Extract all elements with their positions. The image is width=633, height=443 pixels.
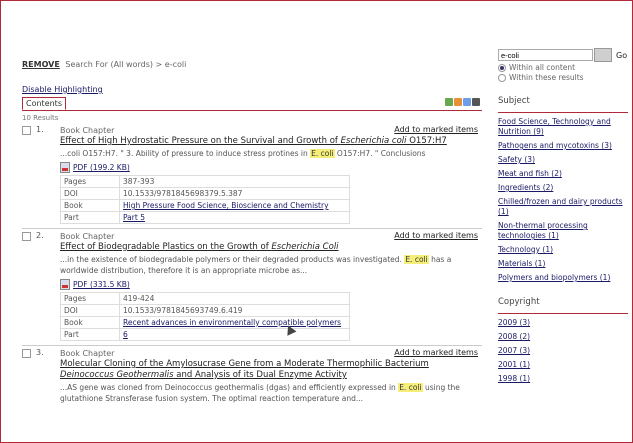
year-facet[interactable]: 2001 (1) [498,360,628,370]
radio-selected-icon [498,63,506,72]
result-number: 1. [36,125,44,134]
result-meta-table: Pages 419-424 DOI 10.1533/9781845693749.6.… [60,292,350,341]
year-facet[interactable]: 2008 (2) [498,332,628,342]
subject-facet[interactable]: Non-thermal processing technologies (1) [498,221,628,241]
pdf-icon [60,279,70,290]
result-snippet: ...AS gene was cloned from Deinococcus g… [60,383,460,403]
result-meta-table: Pages 387-393 DOI 10.1533/9781845698379.5.… [60,175,350,224]
part-link[interactable]: Part 5 [123,213,145,222]
breadcrumb: REMOVE Search For (All words) > e-coli [22,60,482,69]
result-title-link[interactable]: Effect of Biodegradable Plastics on the … [60,242,482,253]
year-facet[interactable]: 2007 (3) [498,346,628,356]
remove-link[interactable]: REMOVE [22,60,60,69]
subject-facet[interactable]: Safety (3) [498,155,628,165]
breadcrumb-text: Search For (All words) > e-coli [65,60,187,69]
tab-contents[interactable]: Contents [22,97,66,110]
subject-facet[interactable]: Pathogens and mycotoxins (3) [498,141,628,151]
radio-within-all[interactable]: Within all content [498,63,628,72]
subject-facet[interactable]: Chilled/frozen and dairy products (1) [498,197,628,217]
disable-highlighting-link[interactable]: Disable Highlighting [22,85,482,94]
add-to-marked-button[interactable]: Add to marked items [394,125,478,134]
subject-facet[interactable]: Food Science, Technology and Nutrition (… [498,117,628,137]
radio-within-results[interactable]: Within these results [498,73,628,82]
print-icon[interactable] [472,98,480,106]
year-facet[interactable]: 1998 (1) [498,374,628,384]
rss-icon[interactable] [454,98,462,106]
subject-facet[interactable]: Technology (1) [498,245,628,255]
result-item: 2. Add to marked items Book Chapter Effe… [22,229,482,346]
result-checkbox[interactable] [22,232,31,241]
add-to-marked-button[interactable]: Add to marked items [394,231,478,240]
result-number: 3. [36,348,44,357]
result-title-link[interactable]: Effect of High Hydrostatic Pressure on t… [60,136,482,147]
main-content: REMOVE Search For (All words) > e-coli D… [22,60,482,408]
pdf-icon [60,162,70,173]
highlight: E. coli [404,255,429,264]
subject-facet[interactable]: Materials (1) [498,259,628,269]
book-link[interactable]: High Pressure Food Science, Bioscience a… [123,201,329,210]
book-link[interactable]: Recent advances in environmentally compa… [123,318,341,327]
go-label: Go [616,50,628,60]
highlight: E. coli [310,149,335,158]
result-item: 1. Add to marked items Book Chapter Effe… [22,123,482,229]
results-count: 10 Results [22,114,59,122]
search-input[interactable] [498,49,593,61]
go-button[interactable] [594,48,612,62]
copyright-heading: Copyright [498,297,628,314]
subject-heading: Subject [498,96,628,113]
pdf-link[interactable]: PDF (199.2 KB) [60,162,482,173]
result-number: 2. [36,231,44,240]
result-checkbox[interactable] [22,349,31,358]
result-snippet: ...in the existence of biodegradable pol… [60,255,452,275]
tab-bar: Contents [22,97,482,111]
result-checkbox[interactable] [22,126,31,135]
highlight: E. coli [398,383,423,392]
subject-facet[interactable]: Polymers and biopolymers (1) [498,273,628,283]
pdf-link[interactable]: PDF (331.5 KB) [60,279,482,290]
subject-facet[interactable]: Meat and fish (2) [498,169,628,179]
export-icons [445,98,480,106]
subject-facet[interactable]: Ingredients (2) [498,183,628,193]
radio-empty-icon [498,73,506,82]
export-icon[interactable] [445,98,453,106]
year-facet[interactable]: 2009 (3) [498,318,628,328]
add-to-marked-button[interactable]: Add to marked items [394,348,478,357]
result-item: 3. Add to marked items Book Chapter Mole… [22,346,482,408]
result-snippet: ...coli O157:H7. " 3. Ability of pressur… [60,149,426,158]
part-link[interactable]: 6 [123,330,128,339]
email-icon[interactable] [463,98,471,106]
result-title-link[interactable]: Molecular Cloning of the Amylosucrase Ge… [60,359,482,381]
sidebar: Go Within all content Within these resul… [498,48,628,384]
